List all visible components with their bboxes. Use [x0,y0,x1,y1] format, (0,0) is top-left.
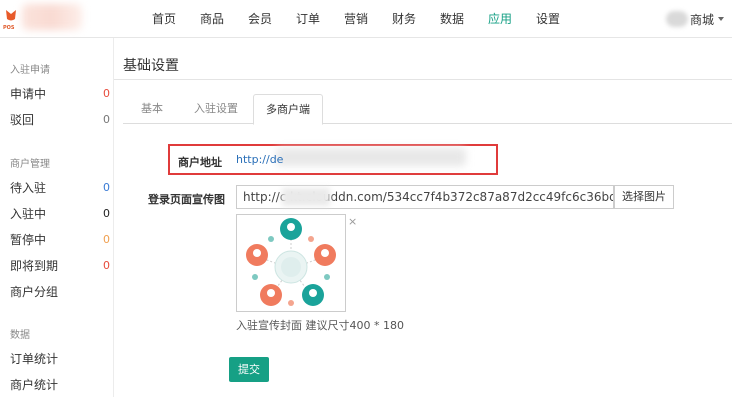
sidebar-item-label: 待入驻 [10,180,47,195]
nav-data[interactable]: 数据 [428,0,476,38]
sidebar-item-label: 驳回 [10,112,35,127]
tab-entry-settings[interactable]: 入驻设置 [183,94,249,124]
tab-basic[interactable]: 基本 [123,94,181,124]
user-menu[interactable]: 商城 [665,0,724,38]
sidebar-item-label: 申请中 [10,86,47,101]
url-blurred-segment [282,188,330,206]
login-banner-label: 登录页面宣传图 [148,193,225,206]
sidebar-item-count: 0 [103,112,110,126]
logo-icon [6,10,16,21]
sidebar-item-rejected[interactable]: 驳回 0 [10,110,110,128]
sidebar-item-merchant-groups[interactable]: 商户分组 [10,282,110,300]
sidebar-item-merchant-stats[interactable]: 商户统计 [10,375,110,393]
sidebar-group-title: 入驻申请 [10,65,50,76]
avatar [665,11,688,27]
user-menu-label: 商城 [689,12,714,27]
sidebar-item-count: 0 [103,180,110,194]
nav-finance[interactable]: 财务 [380,0,428,38]
sidebar-item-expiring[interactable]: 即将到期 0 [10,256,110,274]
select-image-button[interactable]: 选择图片 [614,185,674,209]
remove-image-icon[interactable]: × [348,215,357,228]
nav-settings[interactable]: 设置 [524,0,572,38]
sidebar-item-label: 暂停中 [10,232,47,247]
nav-marketing[interactable]: 营销 [332,0,380,38]
sidebar-item-count: 0 [103,86,110,100]
sidebar-item-paused[interactable]: 暂停中 0 [10,230,110,248]
nav-members[interactable]: 会员 [236,0,284,38]
nav-apps[interactable]: 应用 [476,0,524,38]
image-size-hint: 入驻宣传封面 建议尺寸400 * 180 [236,319,404,332]
sidebar-item-label: 入驻中 [10,206,47,221]
submit-button[interactable]: 提交 [229,357,269,382]
main-nav: 首页 商品 会员 订单 营销 财务 数据 应用 设置 [140,0,572,38]
nav-orders[interactable]: 订单 [284,0,332,38]
nav-products[interactable]: 商品 [188,0,236,38]
divider [114,79,732,80]
sidebar-item-count: 0 [103,206,110,220]
top-navbar: POS 首页 商品 会员 订单 营销 财务 数据 应用 设置 商城 [0,0,732,38]
network-illustration-icon [246,218,336,306]
nav-home[interactable]: 首页 [140,0,188,38]
tab-multi-merchant[interactable]: 多商户端 [253,94,323,125]
banner-image-preview [236,214,346,312]
chevron-down-icon [718,17,724,21]
sidebar-item-pending[interactable]: 待入驻 0 [10,178,110,196]
sidebar: 入驻申请 申请中 0 驳回 0 商户管理 待入驻 0 入驻中 0 暂停中 0 即… [0,38,114,397]
sidebar-item-active[interactable]: 入驻中 0 [10,204,110,222]
merchant-address-link[interactable]: http://de [236,153,283,166]
sidebar-item-label: 订单统计 [10,351,59,366]
logo-text: POS [3,25,15,31]
sidebar-group-title: 商户管理 [10,159,50,170]
brand-name-blurred [22,4,82,30]
merchant-address-blurred [276,148,466,166]
sidebar-item-label: 商户分组 [10,284,59,299]
sidebar-item-applying[interactable]: 申请中 0 [10,84,110,102]
sidebar-item-label: 即将到期 [10,258,59,273]
sidebar-item-order-stats[interactable]: 订单统计 [10,349,110,367]
merchant-address-label: 商户地址 [178,156,222,169]
settings-tabs: 基本 入驻设置 多商户端 [123,94,732,125]
page-title: 基础设置 [123,58,179,74]
sidebar-item-count: 0 [103,232,110,246]
sidebar-item-count: 0 [103,258,110,272]
sidebar-item-label: 商户统计 [10,377,59,392]
sidebar-group-title: 数据 [10,330,30,341]
